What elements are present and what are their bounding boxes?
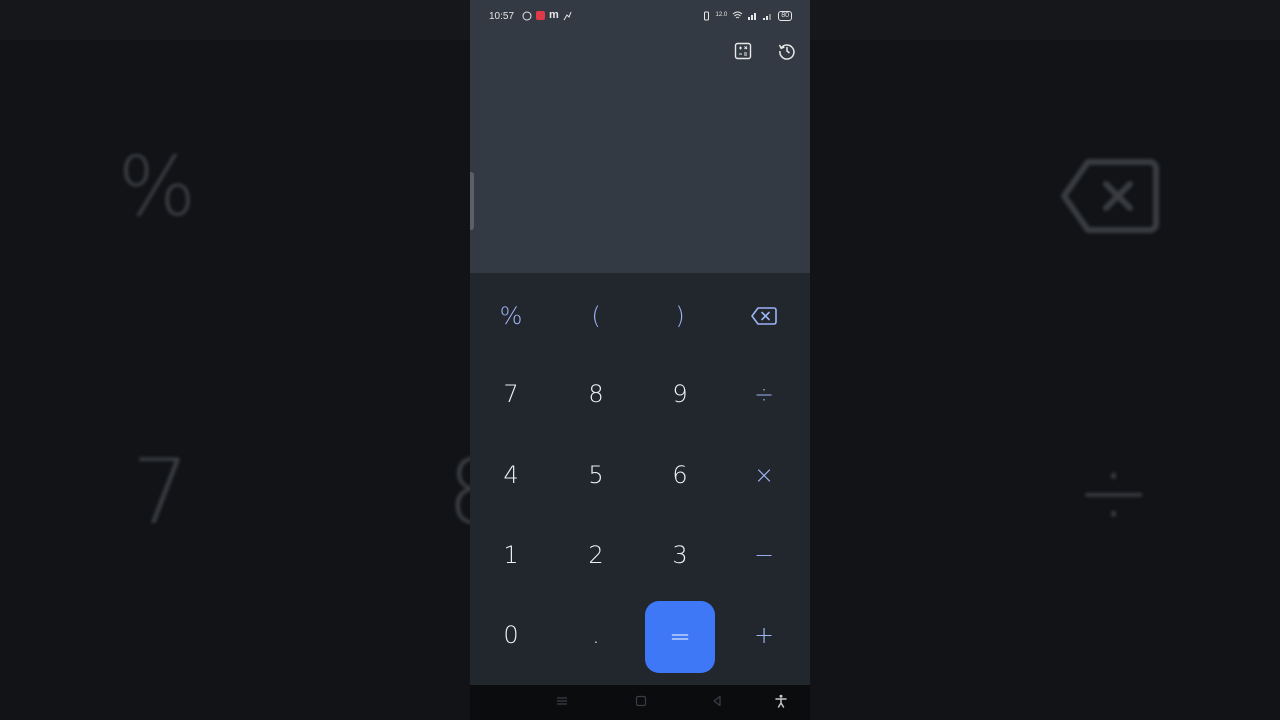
app-notification-icon (536, 11, 545, 20)
history-button[interactable] (776, 40, 798, 62)
background-backspace-glyph (1061, 159, 1159, 233)
unit-converter-button[interactable] (732, 40, 754, 62)
digit-3-button[interactable]: 3 (645, 520, 715, 590)
activity-icon (563, 11, 572, 20)
digit-9-button[interactable]: 9 (645, 359, 715, 429)
side-drag-handle[interactable] (470, 172, 474, 230)
status-bar: 10:57 m 12.0 80 (470, 0, 810, 32)
digit-1-button[interactable]: 1 (476, 520, 546, 590)
backspace-icon (751, 307, 777, 325)
status-time: 10:57 (489, 11, 515, 22)
background-seven-glyph: 7 (132, 440, 190, 545)
menu-icon (557, 697, 567, 705)
digit-7-button[interactable]: 7 (476, 359, 546, 429)
net-speed: 12.0 (715, 12, 728, 18)
navigation-bar (470, 685, 810, 720)
equals-button[interactable]: = (645, 601, 715, 673)
digit-6-button[interactable]: 6 (645, 440, 715, 510)
whatsapp-icon (522, 11, 532, 20)
digit-8-button[interactable]: 8 (561, 359, 631, 429)
divide-button[interactable]: ÷ (729, 359, 799, 429)
digit-4-button[interactable]: 4 (476, 440, 546, 510)
home-button[interactable] (635, 695, 647, 711)
background-divide-glyph: ÷ (1076, 440, 1152, 545)
close-paren-button[interactable]: ) (645, 281, 715, 351)
back-icon (713, 695, 721, 707)
subtract-button[interactable]: − (729, 520, 799, 590)
system-icons: 12.0 80 (702, 10, 792, 21)
vibrate-icon (703, 11, 709, 20)
keypad: % ( ) 7 8 9 ÷ 4 5 6 × 1 2 3 − 0 . = + (470, 273, 810, 685)
percent-button[interactable]: % (476, 281, 546, 351)
accessibility-icon (775, 694, 787, 708)
wifi-icon (732, 11, 743, 19)
home-icon (635, 695, 647, 707)
decimal-button[interactable]: . (561, 600, 631, 670)
add-button[interactable]: + (729, 600, 799, 670)
m-app-icon: m (549, 9, 559, 21)
digit-0-button[interactable]: 0 (476, 600, 546, 670)
open-paren-button[interactable]: ( (561, 281, 631, 351)
accessibility-button[interactable] (774, 694, 788, 712)
signal-icon (748, 13, 757, 20)
history-icon (778, 44, 795, 60)
background-percent-glyph: % (118, 140, 196, 235)
backspace-button[interactable] (729, 281, 799, 351)
phone-screen: 10:57 m 12.0 80 % () 7 8 9 ÷ 4 5 6 × 1 … (470, 0, 810, 720)
signal-2-icon (763, 14, 772, 20)
digit-5-button[interactable]: 5 (561, 440, 631, 510)
menu-button[interactable] (556, 695, 568, 711)
digit-2-button[interactable]: 2 (561, 520, 631, 590)
multiply-button[interactable]: × (729, 440, 799, 510)
notification-icons: m (522, 10, 572, 21)
battery-indicator: 80 (778, 10, 792, 21)
unit-converter-icon (734, 42, 752, 60)
calculator-display (470, 0, 810, 273)
back-button[interactable] (711, 695, 723, 711)
